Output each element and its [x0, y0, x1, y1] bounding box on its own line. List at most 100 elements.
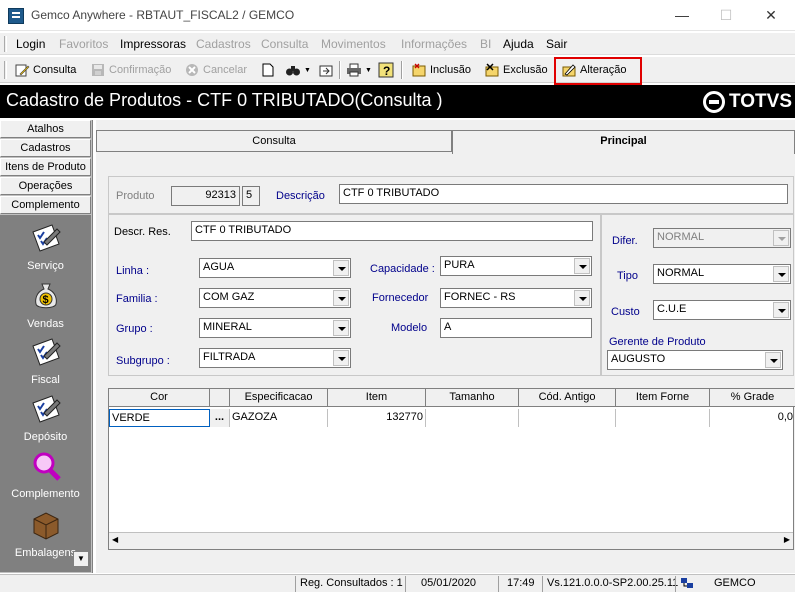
chevron-down-icon[interactable] — [333, 320, 349, 336]
lookup-button[interactable]: ... — [210, 409, 230, 427]
col-item[interactable]: Item — [328, 389, 426, 407]
help-button[interactable]: ? — [378, 61, 397, 79]
consulta-button[interactable]: Consulta — [14, 61, 76, 79]
menu-favoritos[interactable]: Favoritos — [59, 37, 108, 51]
inclusao-button[interactable]: Inclusão — [411, 61, 471, 79]
cell-especificacao[interactable]: GAZOZA — [230, 409, 328, 427]
exclusao-button[interactable]: Exclusão — [484, 61, 548, 79]
sidebar-tab-itens-de-produto[interactable]: Itens de Produto — [0, 158, 91, 176]
minimize-button[interactable]: — — [667, 4, 697, 26]
cell-grade[interactable]: 0,0 — [710, 409, 795, 427]
app-icon — [8, 8, 24, 24]
col-item-forne[interactable]: Item Forne — [616, 389, 710, 407]
familia-select[interactable]: COM GAZ — [199, 288, 351, 308]
chevron-down-icon[interactable] — [333, 260, 349, 276]
page-title: Cadastro de Produtos - CTF 0 TRIBUTADO(C… — [6, 90, 443, 110]
sidebar-item-complemento[interactable]: Complemento — [0, 450, 91, 500]
scroll-left-icon[interactable]: ◀ — [112, 535, 118, 544]
modelo-field[interactable]: A — [440, 318, 592, 338]
tab-consulta[interactable]: Consulta — [96, 130, 452, 152]
sidebar-item-deposito[interactable]: Depósito — [0, 393, 91, 443]
menu-bi[interactable]: BI — [480, 37, 491, 51]
linha-select[interactable]: AGUA — [199, 258, 351, 278]
chevron-down-icon[interactable] — [333, 350, 349, 366]
chevron-down-icon[interactable] — [765, 352, 781, 368]
sidebar-tab-complemento[interactable]: Complemento — [0, 196, 91, 214]
familia-value: COM GAZ — [203, 291, 255, 303]
descr-res-label: Descr. Res. — [114, 226, 171, 238]
sidebar-item-label: Vendas — [27, 318, 64, 330]
familia-label: Familia : — [116, 293, 158, 305]
tab-principal[interactable]: Principal — [452, 130, 795, 154]
menu-sair[interactable]: Sair — [546, 37, 567, 51]
modelo-label: Modelo — [391, 322, 428, 334]
cell-tamanho[interactable] — [426, 409, 519, 427]
sidebar-tab-cadastros[interactable]: Cadastros — [0, 139, 91, 157]
cell-cod-antigo[interactable] — [519, 409, 616, 427]
title-bar: Gemco Anywhere - RBTAUT_FISCAL2 / GEMCO … — [0, 0, 795, 31]
col-especificacao[interactable]: Especificacao — [230, 389, 328, 407]
menu-informacoes[interactable]: Informações — [401, 37, 467, 51]
print-button[interactable]: ▼ — [346, 61, 372, 79]
sidebar-scroll-down-icon[interactable]: ▼ — [73, 551, 89, 567]
find-button[interactable]: ▼ — [285, 61, 311, 79]
chevron-down-icon[interactable] — [333, 290, 349, 306]
export-button[interactable] — [318, 61, 337, 79]
custo-select[interactable]: C.U.E — [653, 300, 791, 320]
money-bag-icon: $ — [30, 280, 62, 312]
menu-consulta[interactable]: Consulta — [261, 37, 308, 51]
exclusao-label: Exclusão — [503, 64, 548, 76]
chevron-down-icon — [773, 230, 789, 246]
descr-res-field[interactable]: CTF 0 TRIBUTADO — [191, 221, 593, 241]
chevron-down-icon[interactable] — [773, 266, 789, 282]
difer-value: NORMAL — [657, 231, 705, 243]
cell-item-forne[interactable] — [616, 409, 710, 427]
sidebar-tab-atalhos[interactable]: Atalhos — [0, 120, 91, 138]
grid-horizontal-scrollbar[interactable]: ◀ ▶ — [109, 532, 793, 549]
capacidade-select[interactable]: PURA — [440, 256, 592, 276]
status-bar: Reg. Consultados : 1 05/01/2020 17:49 Vs… — [0, 574, 795, 592]
col-lookup[interactable] — [210, 389, 230, 407]
sidebar-item-fiscal[interactable]: Fiscal — [0, 336, 91, 386]
menu-login[interactable]: Login — [16, 37, 45, 51]
tipo-label: Tipo — [617, 270, 638, 282]
new-document-button[interactable] — [260, 61, 279, 79]
col-cor[interactable]: Cor — [109, 389, 210, 407]
menu-cadastros[interactable]: Cadastros — [196, 37, 251, 51]
custo-label: Custo — [611, 306, 640, 318]
sidebar-item-label: Complemento — [11, 488, 80, 500]
menu-ajuda[interactable]: Ajuda — [503, 37, 534, 51]
window-title: Gemco Anywhere - RBTAUT_FISCAL2 / GEMCO — [31, 8, 295, 22]
chevron-down-icon[interactable] — [773, 302, 789, 318]
menu-impressoras[interactable]: Impressoras — [120, 37, 186, 51]
col-cod-antigo[interactable]: Cód. Antigo — [519, 389, 616, 407]
close-button[interactable]: ✕ — [756, 4, 786, 26]
menu-bar: Login Favoritos Impressoras Cadastros Co… — [0, 33, 795, 55]
maximize-button[interactable]: ☐ — [711, 4, 741, 26]
status-reg-consultados: Reg. Consultados : 1 — [295, 576, 405, 592]
scroll-right-icon[interactable]: ▶ — [784, 535, 790, 544]
chevron-down-icon[interactable] — [574, 258, 590, 274]
confirmacao-button[interactable]: Confirmação — [90, 61, 171, 79]
toolbar: Consulta Confirmação Cancelar ▼ ▼ ? Incl… — [0, 57, 795, 83]
chevron-down-icon[interactable] — [574, 290, 590, 306]
sidebar-item-servico[interactable]: Serviço — [0, 222, 91, 272]
gerente-select[interactable]: AUGUSTO — [607, 350, 783, 370]
grupo-select[interactable]: MINERAL — [199, 318, 351, 338]
print-dropdown-icon: ▼ — [365, 66, 372, 74]
descricao-field[interactable]: CTF 0 TRIBUTADO — [339, 184, 788, 204]
cancelar-button[interactable]: Cancelar — [184, 61, 247, 79]
cell-item[interactable]: 132770 — [328, 409, 426, 427]
col-grade[interactable]: % Grade — [710, 389, 795, 407]
menu-movimentos[interactable]: Movimentos — [321, 37, 386, 51]
sidebar-item-vendas[interactable]: $ Vendas — [0, 280, 91, 330]
tipo-value: NORMAL — [657, 267, 705, 279]
sidebar-tab-operacoes[interactable]: Operações — [0, 177, 91, 195]
subgrupo-select[interactable]: FILTRADA — [199, 348, 351, 368]
col-tamanho[interactable]: Tamanho — [426, 389, 519, 407]
table-row[interactable]: VERDE ... GAZOZA 132770 0,0 — [109, 409, 795, 427]
fornecedor-select[interactable]: FORNEC - RS — [440, 288, 592, 308]
document-icon — [260, 62, 276, 78]
tipo-select[interactable]: NORMAL — [653, 264, 791, 284]
cell-cor[interactable]: VERDE — [109, 409, 210, 427]
